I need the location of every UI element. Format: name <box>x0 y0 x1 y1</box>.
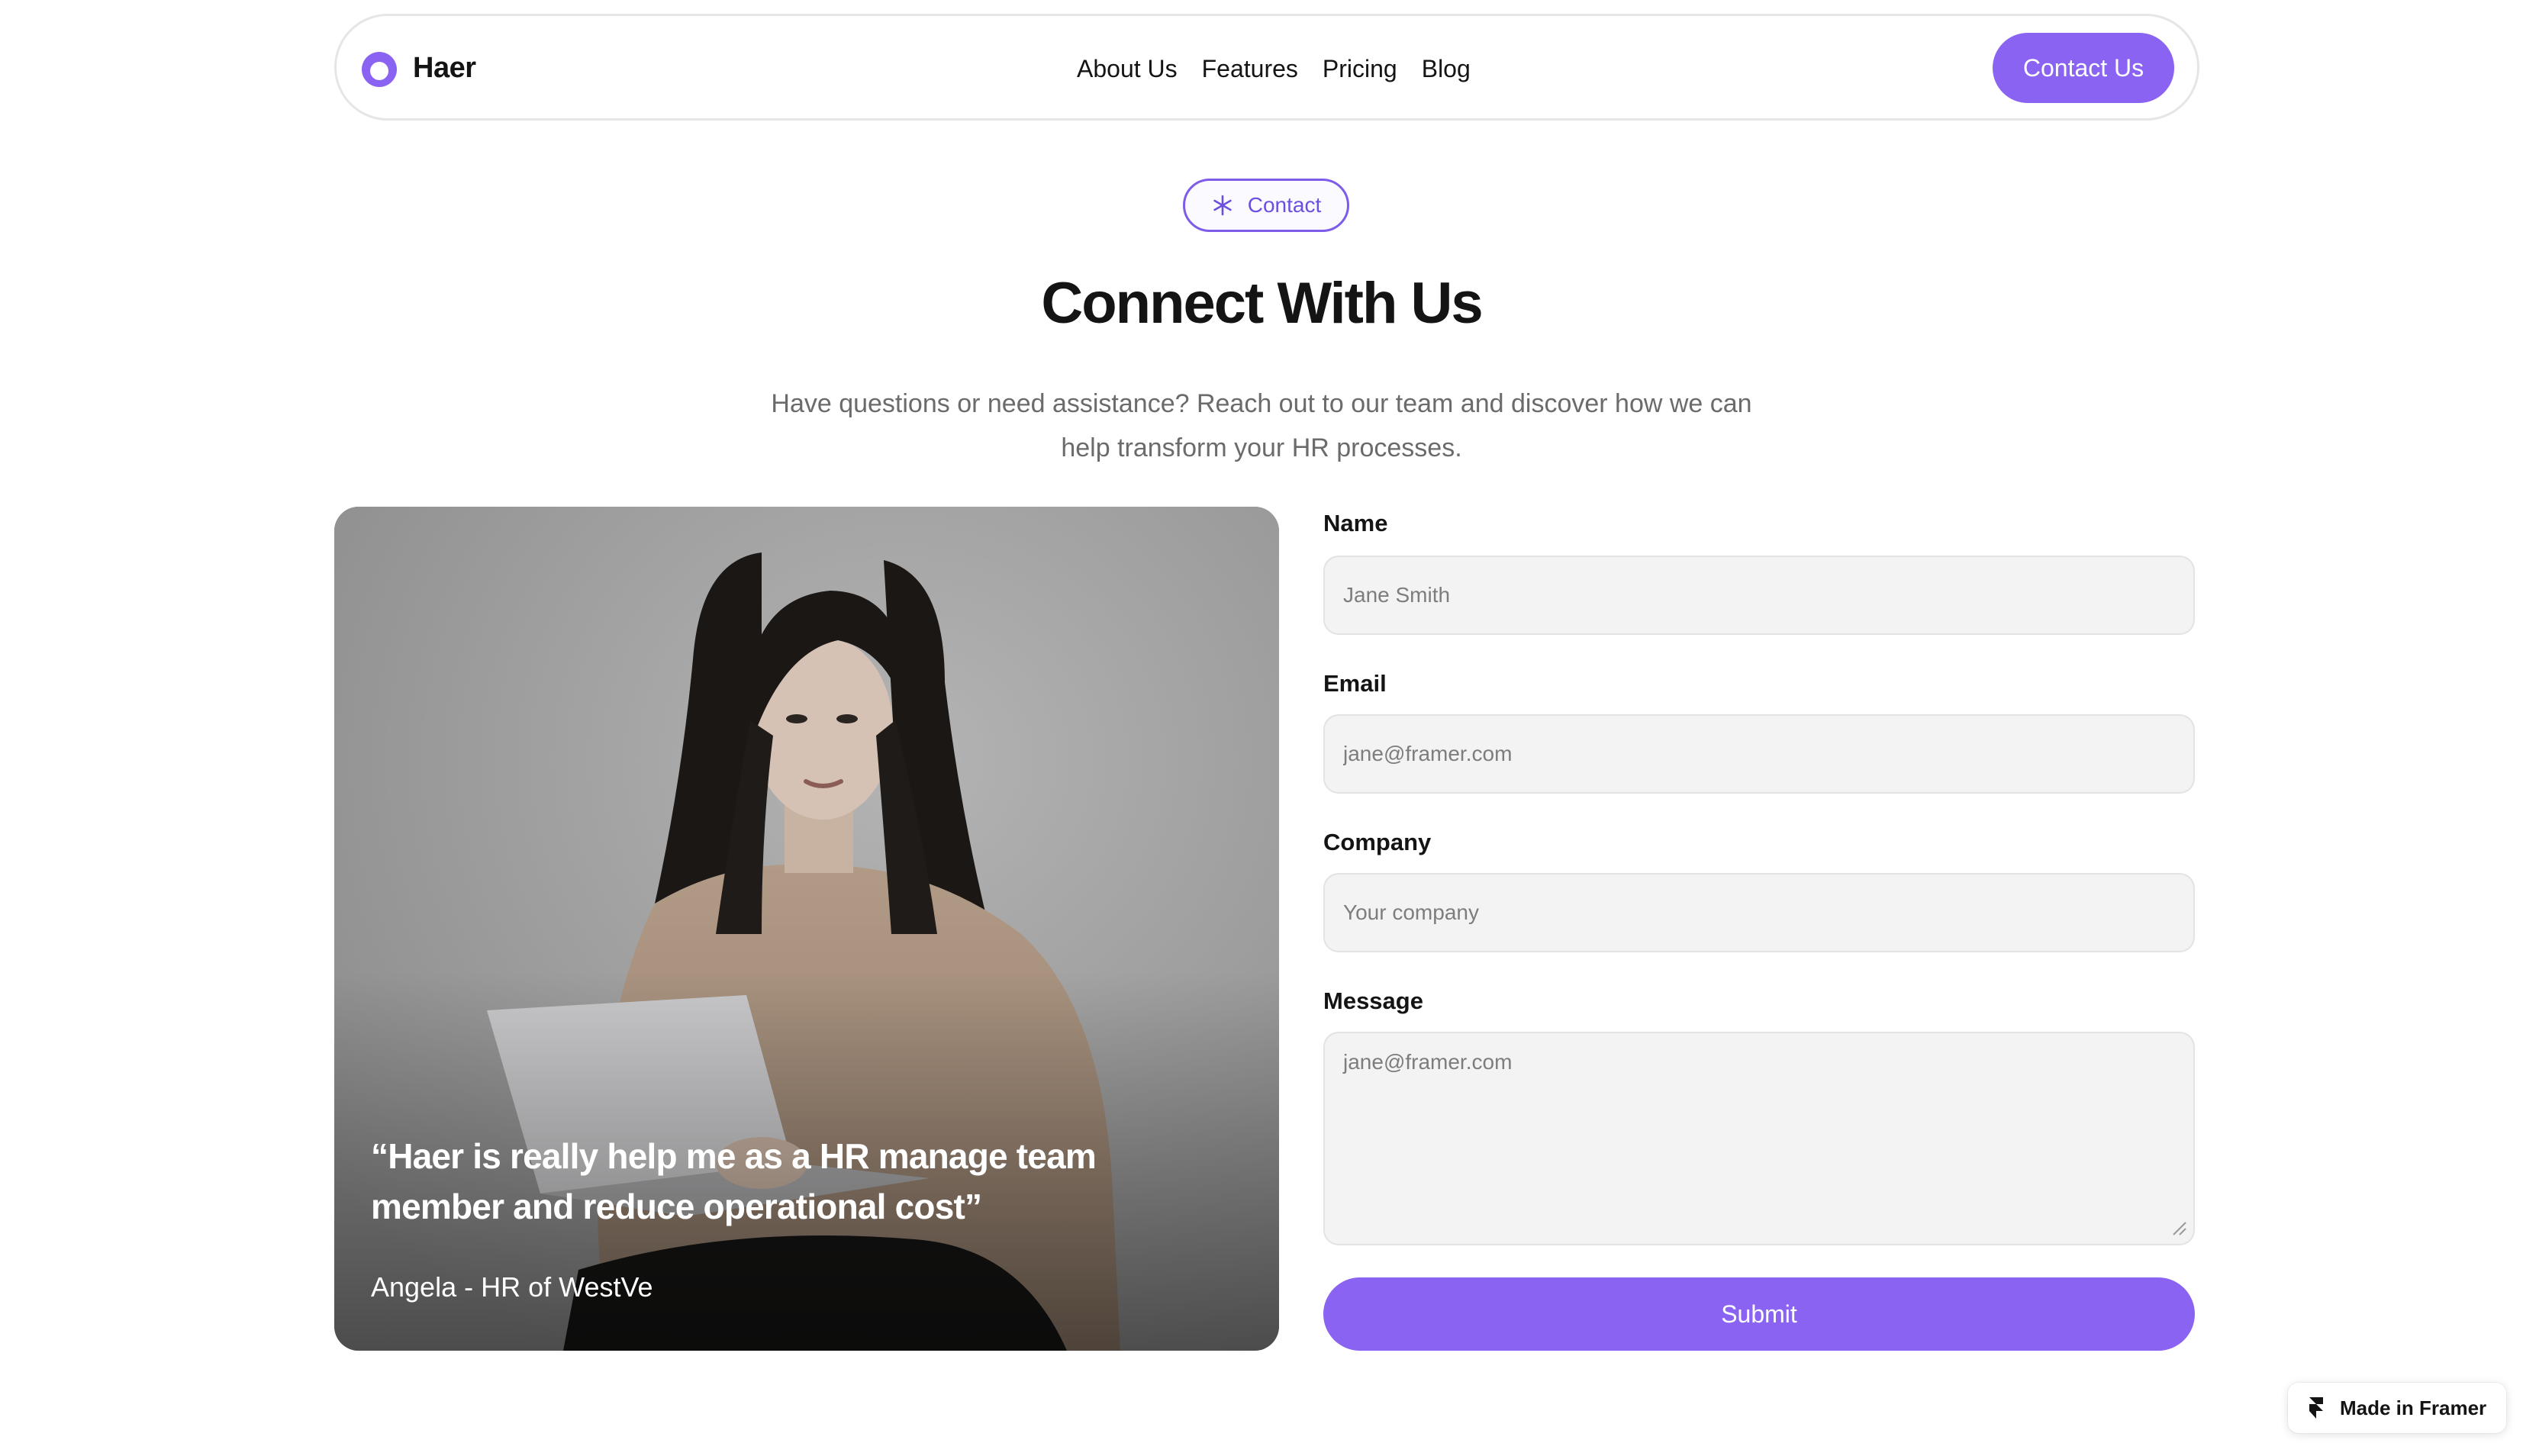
brand[interactable]: Haer <box>359 47 476 89</box>
nav-link-about-us[interactable]: About Us <box>1077 55 1178 83</box>
nav-link-features[interactable]: Features <box>1202 55 1298 83</box>
company-label: Company <box>1323 829 1432 855</box>
submit-button[interactable]: Submit <box>1323 1277 2195 1351</box>
testimonial-author: Angela - HR of WestVe <box>371 1271 653 1303</box>
message-label: Message <box>1323 987 1423 1014</box>
nav-link-pricing[interactable]: Pricing <box>1323 55 1397 83</box>
framer-icon <box>2309 1397 2323 1419</box>
brand-name: Haer <box>413 51 476 84</box>
testimonial-card: “Haer is really help me as a HR manage t… <box>334 507 1279 1351</box>
asterisk-icon <box>1213 195 1232 216</box>
name-field[interactable] <box>1323 556 2195 635</box>
email-label: Email <box>1323 670 1387 697</box>
company-field[interactable] <box>1323 873 2195 952</box>
message-field[interactable] <box>1323 1032 2195 1245</box>
name-label: Name <box>1323 510 1388 536</box>
page-title: Connect With Us <box>1041 271 1483 336</box>
navbar: Haer About Us Features Pricing Blog Cont… <box>334 14 2199 121</box>
made-in-framer-label: Made in Framer <box>2340 1396 2487 1419</box>
page-subtitle: Have questions or need assistance? Reach… <box>771 389 1752 462</box>
nav-link-blog[interactable]: Blog <box>1422 55 1471 83</box>
testimonial-quote: “Haer is really help me as a HR manage t… <box>371 1136 1097 1226</box>
badge-label: Contact <box>1247 193 1322 217</box>
haer-logo-icon <box>362 52 397 87</box>
contact-us-button[interactable]: Contact Us <box>1993 33 2174 103</box>
resize-handle-icon[interactable] <box>2170 1219 2187 1236</box>
email-field[interactable] <box>1323 714 2195 794</box>
made-in-framer-badge[interactable]: Made in Framer <box>2288 1383 2506 1433</box>
contact-badge: Contact <box>1183 179 1349 232</box>
nav-links: About Us Features Pricing Blog <box>1077 50 1471 88</box>
